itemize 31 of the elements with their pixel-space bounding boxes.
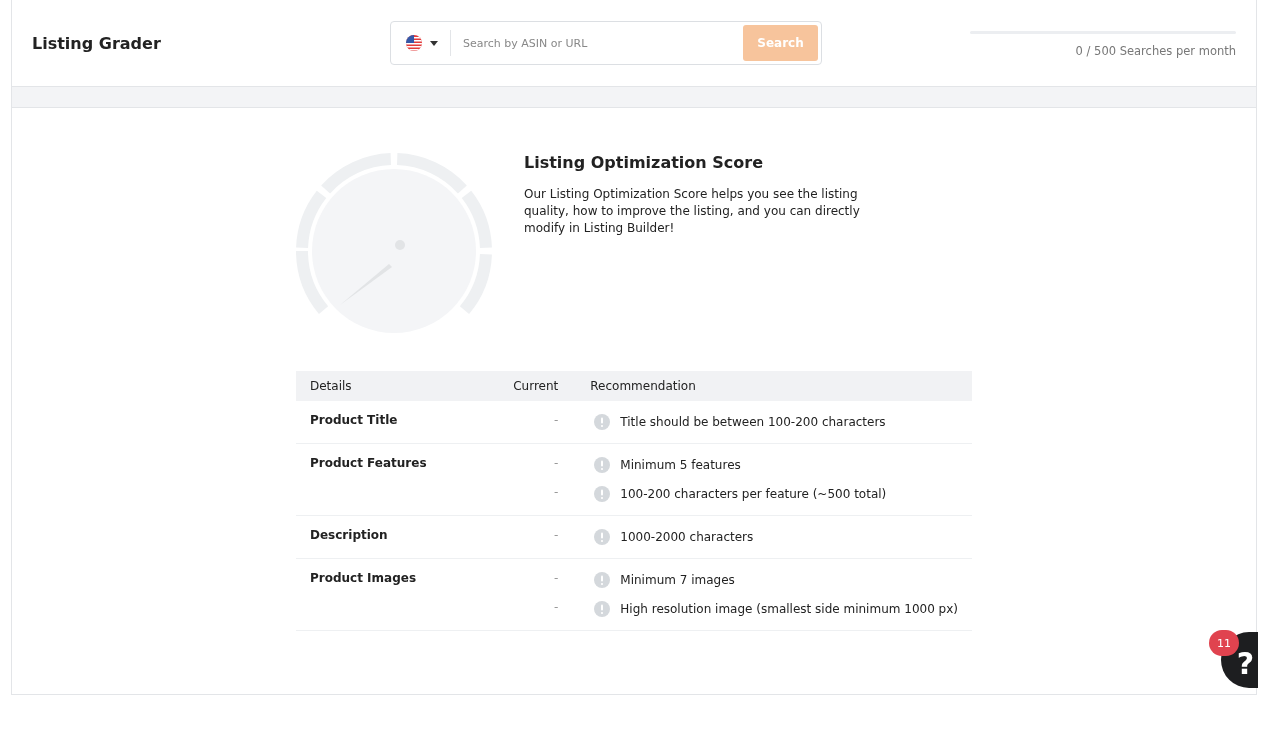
detail-cell: Product Images <box>296 558 484 631</box>
flag-icon <box>406 35 422 51</box>
recommendation-text: Minimum 7 images <box>620 572 735 587</box>
recommendation-text: Minimum 5 features <box>620 457 741 472</box>
score-description: Our Listing Optimization Score helps you see the listing quality, how to improve the listing, and you can directly modify in Listing Builder! <box>524 186 861 237</box>
warning-icon <box>594 413 611 430</box>
warning-icon <box>594 485 611 502</box>
recommendation-text: 1000-2000 characters <box>620 529 754 544</box>
recommendation-text: Title should be between 100-200 characters <box>620 414 886 429</box>
warning-icon <box>594 456 611 473</box>
warning-icon <box>594 571 611 588</box>
current-value: - <box>552 413 559 429</box>
column-header: Details <box>296 371 484 401</box>
column-header: Current <box>483 371 577 401</box>
current-value: - <box>552 528 559 544</box>
current-value: - <box>552 456 559 472</box>
warning-icon <box>594 528 611 545</box>
current-value: - <box>552 571 559 587</box>
column-header: Recommendation <box>576 371 972 401</box>
score-heading: Listing Optimization Score <box>524 153 765 172</box>
warning-icon <box>594 600 611 617</box>
recommendation-text: High resolution image (smallest side minimum 1000 px) <box>620 601 958 616</box>
current-value: - <box>552 485 559 501</box>
usage-count: 0 / 500 Searches per month <box>1075 43 1236 58</box>
caret-icon <box>430 40 438 46</box>
current-value: - <box>552 600 559 616</box>
detail-cell: Product Title <box>296 401 484 444</box>
app-title: Listing Grader <box>32 33 162 53</box>
recommendation-text: 100-200 characters per feature (~500 total) <box>620 486 887 501</box>
detail-cell: Description <box>296 515 484 559</box>
detail-cell: Product Features <box>296 443 484 516</box>
